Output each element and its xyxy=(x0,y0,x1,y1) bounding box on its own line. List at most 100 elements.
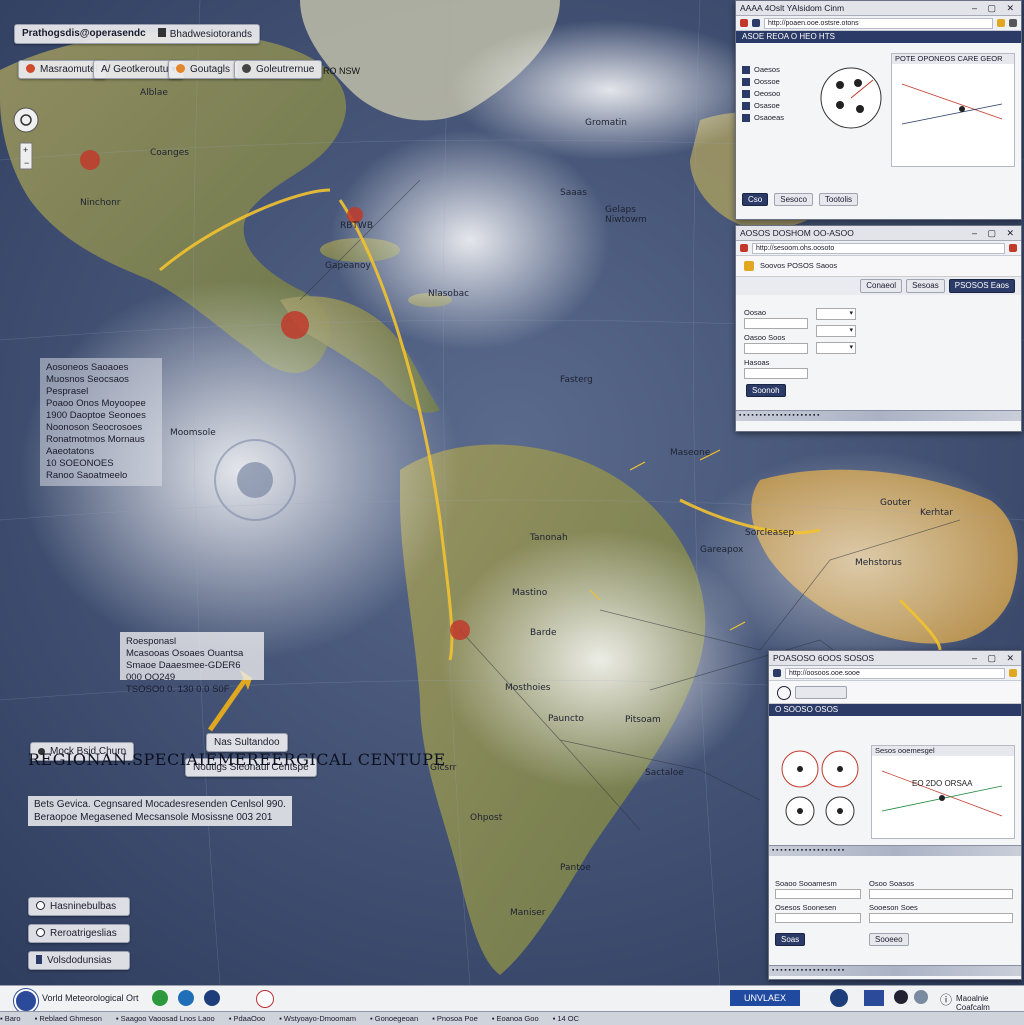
side-text-block: Aosoneos Saoaoes Muosnos Seocsaos Pespras… xyxy=(40,358,162,486)
tab[interactable]: Sesoas xyxy=(906,279,945,293)
tab[interactable] xyxy=(795,686,847,699)
map-place-label: Coanges xyxy=(150,148,189,158)
window-mid-fields: Oosao Oasoo Soos Hasoas xyxy=(744,308,808,379)
list-item[interactable]: Oaesos xyxy=(742,65,812,74)
back-icon[interactable] xyxy=(773,669,781,677)
window-bottom[interactable]: POASOSO 6OOS SOSOS – ▢ ✕ http://oosoos.o… xyxy=(768,650,1022,980)
star-icon[interactable] xyxy=(997,19,1005,27)
button[interactable]: Tootolis xyxy=(818,193,859,206)
info-icon[interactable]: ⓘ xyxy=(940,991,952,1008)
partner-logo-icon[interactable] xyxy=(178,990,194,1006)
map-place-label: Tanonah xyxy=(529,533,568,543)
window-mid-titlebar[interactable]: AOSOS DOSHOM OO-ASOO – ▢ ✕ xyxy=(736,226,1021,241)
partner-logo-icon[interactable] xyxy=(864,990,884,1006)
text-field[interactable] xyxy=(775,913,861,923)
close-tab-icon[interactable] xyxy=(1009,244,1017,252)
toolbar-chip-3[interactable]: Goutagls xyxy=(168,60,239,79)
map-place-label: Pitsoam xyxy=(625,715,661,725)
legend-item-3[interactable]: Volsdodunsias xyxy=(28,951,130,970)
partner-logo-icon[interactable] xyxy=(914,990,928,1004)
map-place-label: Gromatin xyxy=(585,118,627,128)
taskbar-item[interactable]: ▪ Eoanoa Goo xyxy=(492,1014,539,1023)
map-place-label: Gapeanoy xyxy=(325,261,371,271)
address-bar[interactable]: http://oosoos.ooe.sooe xyxy=(785,667,1005,679)
taskbar-item[interactable]: ▪ Reblaed Ghmeson xyxy=(35,1014,102,1023)
taskbar-item[interactable]: ▪ PdaaOoo xyxy=(229,1014,265,1023)
window-controls[interactable]: – ▢ ✕ xyxy=(972,1,1018,15)
legend-item-2[interactable]: Reroatrigeslias xyxy=(28,924,130,943)
window-top-nav[interactable]: ASOE REOA O HEO HTS xyxy=(736,31,1021,43)
svg-text:+: + xyxy=(23,145,28,155)
select[interactable]: ▾ xyxy=(816,308,856,320)
taskbar-item[interactable]: ▪ Baro xyxy=(0,1014,21,1023)
window-top-titlebar[interactable]: AAAA 4Oslt YAlsidom Cinm – ▢ ✕ xyxy=(736,1,1021,16)
window-top[interactable]: AAAA 4Oslt YAlsidom Cinm – ▢ ✕ http://po… xyxy=(735,0,1022,220)
partner-logo-icon[interactable] xyxy=(894,990,908,1004)
back-icon[interactable] xyxy=(740,244,748,252)
side-text-line: 10 SOEONOES xyxy=(46,458,114,469)
button[interactable]: Cso xyxy=(742,193,769,206)
map-place-label: Sactaloe xyxy=(645,768,684,778)
window-mid[interactable]: AOSOS DOSHOM OO-ASOO – ▢ ✕ http://sesoom… xyxy=(735,225,1022,432)
window-mid-statusbar: ▪ ▪ ▪ ▪ ▪ ▪ ▪ ▪ ▪ ▪ ▪ ▪ ▪ ▪ ▪ ▪ ▪ ▪ ▪ ▪ xyxy=(736,410,1021,421)
tab[interactable]: PSOSOS Eaos xyxy=(948,279,1015,293)
window-bottom-nav[interactable]: O SOOSO OSOS xyxy=(769,704,1021,716)
side-text-line: Muosnos Seocsaos Pesprasel xyxy=(46,374,129,397)
partner-logo-icon[interactable] xyxy=(204,990,220,1006)
map-place-label: Mastino xyxy=(512,588,548,598)
forward-icon[interactable] xyxy=(752,19,760,27)
list-item[interactable]: Osaoeas xyxy=(742,113,812,122)
map-place-label: Mehstorus xyxy=(855,558,902,568)
partner-logo-icon[interactable] xyxy=(256,990,274,1008)
cancel-button[interactable]: Sooeeo xyxy=(869,933,909,946)
tab[interactable]: Conaeol xyxy=(860,279,903,293)
settings-icon xyxy=(242,64,251,73)
list-item[interactable]: Oeosoo xyxy=(742,89,812,98)
window-top-panel: POTE OPONEOS CARE GEOR xyxy=(891,53,1015,167)
taskbar-item[interactable]: ▪ 14 OC xyxy=(553,1014,579,1023)
toolbar-chip-4[interactable]: Goleutrernue xyxy=(234,60,323,79)
select[interactable]: ▾ xyxy=(816,342,856,354)
map-place-label: Nlasobac xyxy=(428,289,469,299)
window-controls[interactable]: – ▢ ✕ xyxy=(972,226,1018,240)
taskbar-item[interactable]: ▪ Gonoegeoan xyxy=(370,1014,418,1023)
window-mid-action: Soonoh xyxy=(746,384,786,397)
window-bottom-footer: ▪ ▪ ▪ ▪ ▪ ▪ ▪ ▪ ▪ ▪ ▪ ▪ ▪ ▪ ▪ ▪ ▪ ▪ xyxy=(769,965,1021,976)
map-place-label: Gouter xyxy=(880,498,911,508)
list-item[interactable]: Osasoe xyxy=(742,101,812,110)
text-field[interactable] xyxy=(869,889,1013,899)
address-bar[interactable]: http://poaen.ooe.ostsre.otons xyxy=(764,17,993,29)
search-button[interactable]: Soonoh xyxy=(746,384,786,397)
text-field[interactable] xyxy=(775,889,861,899)
taskbar-item[interactable]: ▪ Saagoo Vaoosad Lnos Laoo xyxy=(116,1014,215,1023)
app-title-chip[interactable]: Prathogsdis@operasendc Bhadwesiotorands xyxy=(14,24,260,44)
star-icon[interactable] xyxy=(1009,669,1017,677)
text-field[interactable] xyxy=(744,318,808,329)
submit-button[interactable]: Soas xyxy=(775,933,806,946)
map-place-label: Ohpost xyxy=(470,813,503,823)
window-bottom-titlebar[interactable]: POASOSO 6OOS SOSOS – ▢ ✕ xyxy=(769,651,1021,666)
back-icon[interactable] xyxy=(740,19,748,27)
select[interactable]: ▾ xyxy=(816,325,856,337)
page-title: REGIONAN.SPECIAIEMEREERGICAL CENTUPE xyxy=(28,750,446,769)
menu-icon[interactable] xyxy=(1009,19,1017,27)
list-item[interactable]: Oossoe xyxy=(742,77,812,86)
text-field[interactable] xyxy=(744,343,808,354)
legend-item-1[interactable]: Hasninebulbas xyxy=(28,897,130,916)
zoom-control: + − xyxy=(19,142,33,170)
text-field[interactable] xyxy=(744,368,808,379)
partner-logo-icon[interactable] xyxy=(830,989,848,1007)
taskbar-item[interactable]: ▪ Pnosoa Poe xyxy=(432,1014,478,1023)
taskbar-item[interactable]: ▪ Wstyoayo-Dmoomam xyxy=(279,1014,356,1023)
button[interactable]: Sesoco xyxy=(774,193,813,206)
footer-badge[interactable]: UNVLAEX xyxy=(730,990,800,1006)
text-field[interactable] xyxy=(869,913,1013,923)
window-controls[interactable]: – ▢ ✕ xyxy=(972,651,1018,665)
side-text-line: Noonoson Seocrosoes xyxy=(46,422,143,433)
side-text-line: Poaoo Onos Moyoopee xyxy=(46,398,146,409)
side-text-line: Ronatmotmos Mornaus xyxy=(46,434,145,445)
partner-logo-icon[interactable] xyxy=(152,990,168,1006)
radar-dial xyxy=(781,750,859,826)
address-bar[interactable]: http://sesoom.ohs.oosoto xyxy=(752,242,1005,254)
info-icon xyxy=(36,901,45,910)
